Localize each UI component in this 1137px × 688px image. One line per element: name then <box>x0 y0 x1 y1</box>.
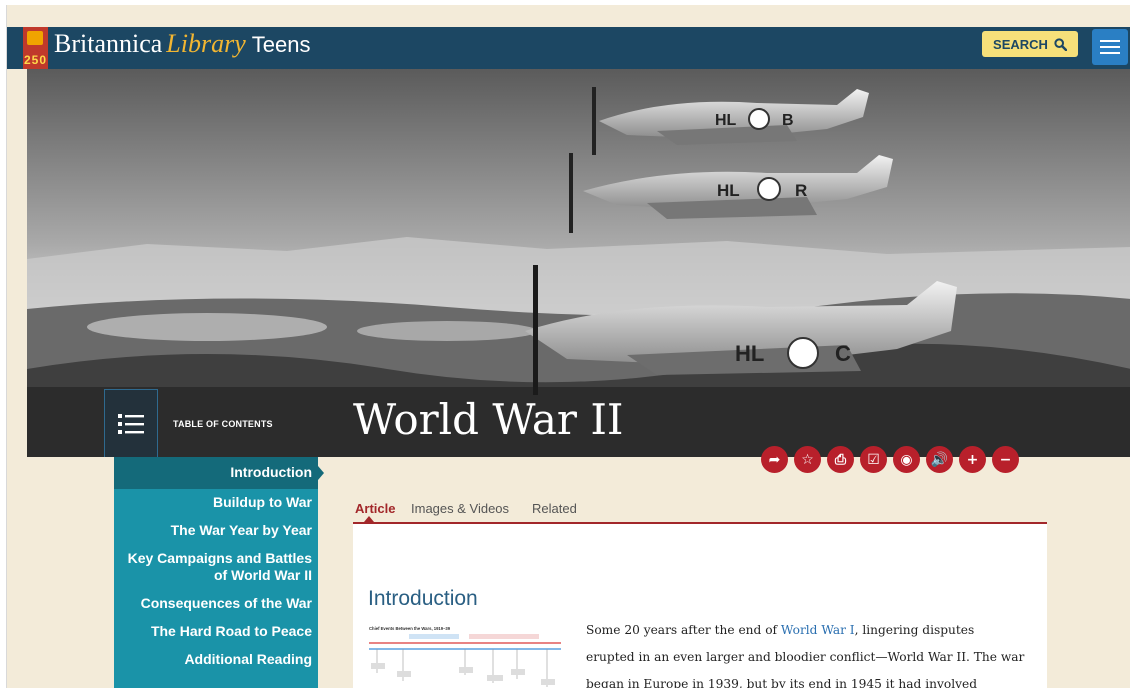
print-icon[interactable]: ⎙ <box>827 446 854 473</box>
brand-main: Britannica <box>54 29 163 58</box>
hamburger-menu-icon <box>1100 40 1120 54</box>
translate-icon[interactable]: ◉ <box>893 446 920 473</box>
toc-sidebar: Introduction Buildup to War The War Year… <box>114 457 324 688</box>
browser-frame: 250 Britannica Library Teens SEARCH HL B… <box>6 5 1130 688</box>
britannica-250-logo[interactable]: 250 <box>23 27 48 69</box>
toc-item-additional-reading[interactable]: Additional Reading <box>114 651 318 668</box>
toc-active-arrow <box>318 466 324 480</box>
section-heading: Introduction <box>368 587 478 610</box>
svg-text:HL: HL <box>717 181 740 200</box>
increase-font-icon[interactable]: + <box>959 446 986 473</box>
svg-text:B: B <box>782 112 794 129</box>
tab-article[interactable]: Article <box>355 501 395 516</box>
logo-number: 250 <box>23 53 48 67</box>
thistle-icon <box>27 31 43 45</box>
toc-item-buildup[interactable]: Buildup to War <box>114 494 318 511</box>
article-actions: ➦ ☆ ⎙ ☑ ◉ 🔊 + − <box>761 446 1019 473</box>
decrease-font-icon[interactable]: − <box>992 446 1019 473</box>
tab-related[interactable]: Related <box>532 501 577 516</box>
search-button[interactable]: SEARCH <box>982 31 1078 57</box>
page-title: World War II <box>353 395 624 444</box>
toc-item-hard-road-to-peace[interactable]: The Hard Road to Peace <box>114 623 318 640</box>
search-button-label: SEARCH <box>993 36 1048 52</box>
list-icon <box>118 414 144 434</box>
toc-item-introduction[interactable]: Introduction <box>114 457 318 489</box>
table-of-contents-label[interactable]: TABLE OF CONTENTS <box>173 419 273 429</box>
search-icon <box>1054 37 1067 51</box>
svg-text:HL: HL <box>715 112 737 129</box>
read-aloud-icon[interactable]: 🔊 <box>926 446 953 473</box>
hero-image: HL B HL R HL C TABLE OF CONTENTS World W… <box>27 69 1130 457</box>
article-tabs: Article Images & Videos Related <box>353 499 1047 524</box>
table-of-contents-button[interactable] <box>104 389 158 457</box>
toc-item-war-year-by-year[interactable]: The War Year by Year <box>114 522 318 539</box>
paragraph-text-start: Some 20 years after the end of <box>586 623 781 637</box>
article-content: Introduction Chief Events Between the Wa… <box>353 524 1047 688</box>
thumbnail-title: Chief Events Between the Wars, 1919–39 <box>369 626 451 631</box>
svg-text:C: C <box>835 341 851 366</box>
main-menu-button[interactable] <box>1092 29 1128 65</box>
site-header: 250 Britannica Library Teens SEARCH <box>7 27 1130 69</box>
active-tab-caret <box>364 516 374 522</box>
favorite-icon[interactable]: ☆ <box>794 446 821 473</box>
cite-icon[interactable]: ☑ <box>860 446 887 473</box>
brand-title[interactable]: Britannica Library Teens <box>54 29 310 59</box>
world-war-i-link[interactable]: World War I <box>781 623 855 637</box>
brand-teens: Teens <box>251 32 311 57</box>
svg-text:HL: HL <box>735 341 764 366</box>
toc-item-consequences[interactable]: Consequences of the War <box>114 595 318 612</box>
toc-item-key-campaigns[interactable]: Key Campaigns and Battles of World War I… <box>114 550 318 584</box>
share-icon[interactable]: ➦ <box>761 446 788 473</box>
article-paragraph: Some 20 years after the end of World War… <box>586 617 1026 688</box>
tab-images-videos[interactable]: Images & Videos <box>411 501 509 516</box>
svg-text:R: R <box>795 181 807 200</box>
timeline-thumbnail[interactable]: Chief Events Between the Wars, 1919–39 <box>369 623 561 688</box>
brand-library: Library <box>166 29 246 58</box>
